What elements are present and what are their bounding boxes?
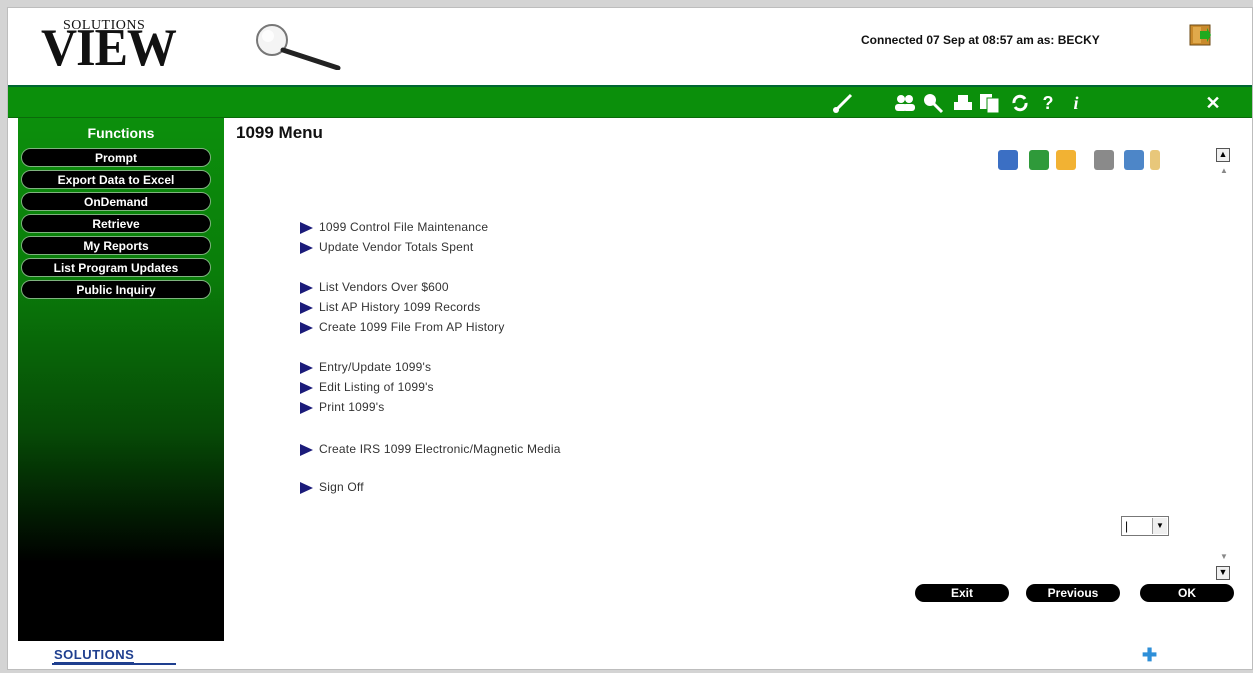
logo-big-text: VIEW xyxy=(41,17,177,77)
help-icon[interactable]: ? xyxy=(1036,91,1060,115)
scroll-top-button[interactable]: ▲ xyxy=(1216,148,1230,162)
menu-item-label: Sign Off xyxy=(319,480,364,494)
excel-export-icon[interactable] xyxy=(1029,150,1049,170)
door-icon[interactable] xyxy=(1150,150,1160,170)
chevron-down-icon[interactable]: ▼ xyxy=(1152,518,1167,534)
print-icon[interactable] xyxy=(951,91,975,115)
ok-button[interactable]: OK xyxy=(1140,584,1234,602)
menu-item-label: Entry/Update 1099's xyxy=(319,360,432,374)
top-toolbar: ? i ✕ xyxy=(8,85,1252,118)
menu-select-dropdown[interactable]: | ▼ xyxy=(1121,516,1169,536)
menu-item-irs-electronic-media[interactable]: Create IRS 1099 Electronic/Magnetic Medi… xyxy=(300,442,561,456)
email-export-icon[interactable] xyxy=(1056,150,1076,170)
copy-icon[interactable] xyxy=(978,91,1002,115)
magnifier-icon xyxy=(256,24,341,70)
connection-status: Connected 07 Sep at 08:57 am as: BECKY xyxy=(861,33,1100,47)
arrow-icon xyxy=(300,361,313,374)
menu-item-entry-update[interactable]: Entry/Update 1099's xyxy=(300,360,431,374)
sidebar-item-ondemand[interactable]: OnDemand xyxy=(21,192,211,211)
menu-item-update-vendor-totals[interactable]: Update Vendor Totals Spent xyxy=(300,240,473,254)
menu-item-label: List AP History 1099 Records xyxy=(319,300,481,314)
header: SOLUTIONS VIEW Connected 07 Sep at 08:57… xyxy=(8,8,1252,85)
grid-icon[interactable] xyxy=(1094,150,1114,170)
menu-item-label: Create 1099 File From AP History xyxy=(319,320,505,334)
footer-logo-underline xyxy=(52,663,176,665)
menu-item-create-1099-file[interactable]: Create 1099 File From AP History xyxy=(300,320,505,334)
exit-button[interactable]: Exit xyxy=(915,584,1009,602)
menu-item-control-file[interactable]: 1099 Control File Maintenance xyxy=(300,220,488,234)
menu-item-label: 1099 Control File Maintenance xyxy=(319,220,489,234)
arrow-icon xyxy=(300,401,313,414)
exit-door-icon[interactable] xyxy=(1189,24,1211,46)
sidebar-item-my-reports[interactable]: My Reports xyxy=(21,236,211,255)
arrow-icon xyxy=(300,321,313,334)
menu-item-label: Print 1099's xyxy=(319,400,385,414)
footer-logo: SOLUTIONS xyxy=(54,647,135,664)
scroll-down-arrow-icon[interactable]: ▼ xyxy=(1220,552,1228,561)
scroll-bottom-button[interactable]: ▼ xyxy=(1216,566,1230,580)
arrow-icon xyxy=(300,481,313,494)
arrow-icon xyxy=(300,221,313,234)
arrow-icon xyxy=(300,381,313,394)
menu-item-list-ap-history[interactable]: List AP History 1099 Records xyxy=(300,300,480,314)
functions-sidebar: Functions Prompt Export Data to Excel On… xyxy=(18,118,224,641)
search-icon[interactable] xyxy=(921,91,945,115)
sidebar-item-retrieve[interactable]: Retrieve xyxy=(21,214,211,233)
menu-item-print-1099s[interactable]: Print 1099's xyxy=(300,400,384,414)
menu-item-sign-off[interactable]: Sign Off xyxy=(300,480,364,494)
monitor-icon[interactable] xyxy=(1124,150,1144,170)
sidebar-item-export-data-to-excel[interactable]: Export Data to Excel xyxy=(21,170,211,189)
sidebar-item-prompt[interactable]: Prompt xyxy=(21,148,211,167)
menu-item-label: Edit Listing of 1099's xyxy=(319,380,434,394)
sidebar-item-list-program-updates[interactable]: List Program Updates xyxy=(21,258,211,277)
arrow-icon xyxy=(300,241,313,254)
close-icon[interactable]: ✕ xyxy=(1201,91,1225,115)
info-icon[interactable]: i xyxy=(1064,91,1088,115)
brush-icon[interactable] xyxy=(831,91,855,115)
menu-item-list-vendors-over-600[interactable]: List Vendors Over $600 xyxy=(300,280,449,294)
scroll-up-arrow-icon[interactable]: ▲ xyxy=(1220,166,1228,175)
arrow-icon xyxy=(300,281,313,294)
app-window: SOLUTIONS VIEW Connected 07 Sep at 08:57… xyxy=(7,7,1253,670)
sidebar-item-public-inquiry[interactable]: Public Inquiry xyxy=(21,280,211,299)
menu-item-edit-listing[interactable]: Edit Listing of 1099's xyxy=(300,380,434,394)
sidebar-title: Functions xyxy=(87,125,155,141)
vertical-scrollbar[interactable]: ▲ ▲ ▼ ▼ xyxy=(1216,148,1230,580)
page-title: 1099 Menu xyxy=(236,123,323,142)
plus-icon[interactable]: ✚ xyxy=(1142,645,1157,666)
select-value: | xyxy=(1125,519,1129,533)
footer: SOLUTIONS ✚ xyxy=(8,641,1252,669)
menu-item-label: Update Vendor Totals Spent xyxy=(319,240,474,254)
menu-item-label: Create IRS 1099 Electronic/Magnetic Medi… xyxy=(319,442,561,456)
arrow-icon xyxy=(300,443,313,456)
users-icon[interactable] xyxy=(893,91,917,115)
refresh-icon[interactable] xyxy=(1008,91,1032,115)
menu-item-label: List Vendors Over $600 xyxy=(319,280,449,294)
arrow-icon xyxy=(300,301,313,314)
previous-button[interactable]: Previous xyxy=(1026,584,1120,602)
word-export-icon[interactable] xyxy=(998,150,1018,170)
